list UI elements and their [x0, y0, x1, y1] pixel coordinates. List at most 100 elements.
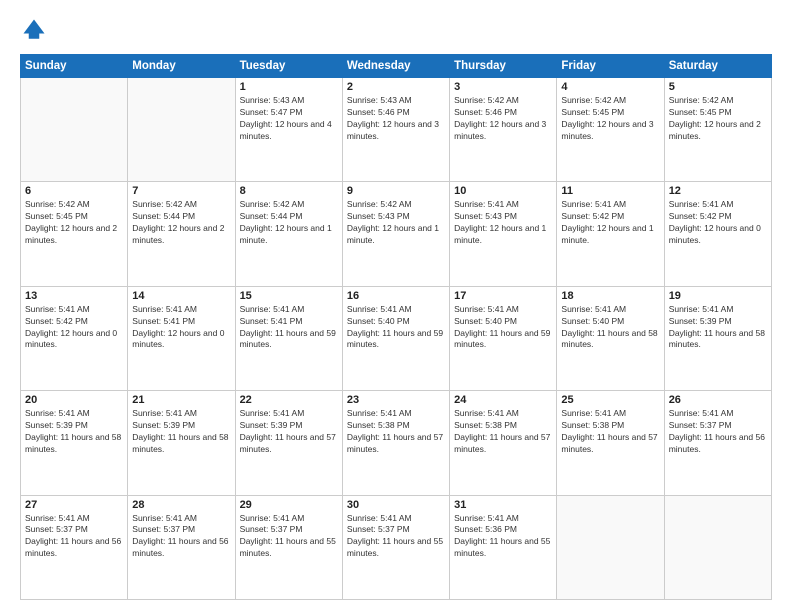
day-info: Sunrise: 5:41 AMSunset: 5:38 PMDaylight:…: [561, 408, 659, 456]
day-number: 3: [454, 81, 552, 93]
day-info: Sunrise: 5:41 AMSunset: 5:41 PMDaylight:…: [132, 304, 230, 352]
day-number: 8: [240, 185, 338, 197]
day-number: 9: [347, 185, 445, 197]
calendar-cell: 11 Sunrise: 5:41 AMSunset: 5:42 PMDayligh…: [557, 182, 664, 286]
calendar-cell: 3 Sunrise: 5:42 AMSunset: 5:46 PMDaylight…: [450, 78, 557, 182]
day-header-thursday: Thursday: [450, 55, 557, 78]
day-number: 21: [132, 394, 230, 406]
week-row-0: 1 Sunrise: 5:43 AMSunset: 5:47 PMDaylight…: [21, 78, 772, 182]
day-info: Sunrise: 5:41 AMSunset: 5:36 PMDaylight:…: [454, 513, 552, 561]
calendar-cell: 27 Sunrise: 5:41 AMSunset: 5:37 PMDayligh…: [21, 495, 128, 599]
logo-icon: [20, 16, 48, 44]
calendar-cell: 9 Sunrise: 5:42 AMSunset: 5:43 PMDaylight…: [342, 182, 449, 286]
calendar-cell: 1 Sunrise: 5:43 AMSunset: 5:47 PMDaylight…: [235, 78, 342, 182]
day-number: 19: [669, 290, 767, 302]
week-row-3: 20 Sunrise: 5:41 AMSunset: 5:39 PMDayligh…: [21, 391, 772, 495]
day-number: 15: [240, 290, 338, 302]
calendar-cell: 16Sunrise: 5:41 AMSunset: 5:40 PMDayligh…: [342, 286, 449, 390]
day-number: 11: [561, 185, 659, 197]
day-info: Sunrise: 5:43 AMSunset: 5:47 PMDaylight:…: [240, 95, 338, 143]
logo: [20, 16, 52, 44]
day-info: Sunrise: 5:41 AMSunset: 5:43 PMDaylight:…: [454, 199, 552, 247]
calendar-cell: 28Sunrise: 5:41 AMSunset: 5:37 PMDayligh…: [128, 495, 235, 599]
calendar-cell: [664, 495, 771, 599]
day-header-monday: Monday: [128, 55, 235, 78]
day-info: Sunrise: 5:41 AMSunset: 5:40 PMDaylight:…: [454, 304, 552, 352]
day-info: Sunrise: 5:42 AMSunset: 5:44 PMDaylight:…: [240, 199, 338, 247]
calendar-cell: 2 Sunrise: 5:43 AMSunset: 5:46 PMDaylight…: [342, 78, 449, 182]
calendar-cell: 29 Sunrise: 5:41 AMSunset: 5:37 PMDayligh…: [235, 495, 342, 599]
day-info: Sunrise: 5:42 AMSunset: 5:45 PMDaylight:…: [669, 95, 767, 143]
day-number: 10: [454, 185, 552, 197]
day-header-tuesday: Tuesday: [235, 55, 342, 78]
day-info: Sunrise: 5:41 AMSunset: 5:37 PMDaylight:…: [669, 408, 767, 456]
day-number: 30: [347, 499, 445, 511]
calendar-cell: 21 Sunrise: 5:41 AMSunset: 5:39 PMDayligh…: [128, 391, 235, 495]
calendar-cell: 25 Sunrise: 5:41 AMSunset: 5:38 PMDayligh…: [557, 391, 664, 495]
day-info: Sunrise: 5:41 AMSunset: 5:39 PMDaylight:…: [132, 408, 230, 456]
day-number: 18: [561, 290, 659, 302]
day-number: 27: [25, 499, 123, 511]
week-row-1: 6Sunrise: 5:42 AMSunset: 5:45 PMDaylight…: [21, 182, 772, 286]
calendar-cell: 23 Sunrise: 5:41 AMSunset: 5:38 PMDayligh…: [342, 391, 449, 495]
header: [20, 16, 772, 44]
day-info: Sunrise: 5:41 AMSunset: 5:37 PMDaylight:…: [240, 513, 338, 561]
day-header-wednesday: Wednesday: [342, 55, 449, 78]
day-info: Sunrise: 5:41 AMSunset: 5:42 PMDaylight:…: [25, 304, 123, 352]
day-info: Sunrise: 5:41 AMSunset: 5:38 PMDaylight:…: [347, 408, 445, 456]
day-number: 24: [454, 394, 552, 406]
day-info: Sunrise: 5:41 AMSunset: 5:42 PMDaylight:…: [669, 199, 767, 247]
day-number: 25: [561, 394, 659, 406]
day-number: 31: [454, 499, 552, 511]
week-row-4: 27 Sunrise: 5:41 AMSunset: 5:37 PMDayligh…: [21, 495, 772, 599]
calendar-cell: 5 Sunrise: 5:42 AMSunset: 5:45 PMDaylight…: [664, 78, 771, 182]
calendar-cell: 4Sunrise: 5:42 AMSunset: 5:45 PMDaylight…: [557, 78, 664, 182]
day-number: 20: [25, 394, 123, 406]
day-number: 12: [669, 185, 767, 197]
day-number: 1: [240, 81, 338, 93]
day-number: 22: [240, 394, 338, 406]
calendar-cell: [128, 78, 235, 182]
calendar-cell: 30 Sunrise: 5:41 AMSunset: 5:37 PMDayligh…: [342, 495, 449, 599]
day-number: 6: [25, 185, 123, 197]
calendar-cell: 14Sunrise: 5:41 AMSunset: 5:41 PMDayligh…: [128, 286, 235, 390]
calendar-cell: 18Sunrise: 5:41 AMSunset: 5:40 PMDayligh…: [557, 286, 664, 390]
day-header-sunday: Sunday: [21, 55, 128, 78]
day-info: Sunrise: 5:42 AMSunset: 5:44 PMDaylight:…: [132, 199, 230, 247]
day-header-saturday: Saturday: [664, 55, 771, 78]
day-info: Sunrise: 5:41 AMSunset: 5:42 PMDaylight:…: [561, 199, 659, 247]
calendar-cell: 31 Sunrise: 5:41 AMSunset: 5:36 PMDayligh…: [450, 495, 557, 599]
day-info: Sunrise: 5:41 AMSunset: 5:39 PMDaylight:…: [25, 408, 123, 456]
day-info: Sunrise: 5:43 AMSunset: 5:46 PMDaylight:…: [347, 95, 445, 143]
calendar-cell: 8 Sunrise: 5:42 AMSunset: 5:44 PMDaylight…: [235, 182, 342, 286]
day-header-friday: Friday: [557, 55, 664, 78]
calendar-cell: 26 Sunrise: 5:41 AMSunset: 5:37 PMDayligh…: [664, 391, 771, 495]
week-row-2: 13Sunrise: 5:41 AMSunset: 5:42 PMDayligh…: [21, 286, 772, 390]
calendar-cell: 6Sunrise: 5:42 AMSunset: 5:45 PMDaylight…: [21, 182, 128, 286]
day-info: Sunrise: 5:41 AMSunset: 5:37 PMDaylight:…: [347, 513, 445, 561]
calendar-cell: 7Sunrise: 5:42 AMSunset: 5:44 PMDaylight…: [128, 182, 235, 286]
day-number: 23: [347, 394, 445, 406]
day-info: Sunrise: 5:41 AMSunset: 5:38 PMDaylight:…: [454, 408, 552, 456]
calendar-cell: 17Sunrise: 5:41 AMSunset: 5:40 PMDayligh…: [450, 286, 557, 390]
day-info: Sunrise: 5:41 AMSunset: 5:39 PMDaylight:…: [669, 304, 767, 352]
day-number: 29: [240, 499, 338, 511]
calendar-cell: 20 Sunrise: 5:41 AMSunset: 5:39 PMDayligh…: [21, 391, 128, 495]
day-number: 2: [347, 81, 445, 93]
day-info: Sunrise: 5:42 AMSunset: 5:43 PMDaylight:…: [347, 199, 445, 247]
calendar-cell: 19 Sunrise: 5:41 AMSunset: 5:39 PMDayligh…: [664, 286, 771, 390]
day-number: 5: [669, 81, 767, 93]
calendar-cell: 10 Sunrise: 5:41 AMSunset: 5:43 PMDayligh…: [450, 182, 557, 286]
day-info: Sunrise: 5:41 AMSunset: 5:37 PMDaylight:…: [25, 513, 123, 561]
day-number: 26: [669, 394, 767, 406]
day-info: Sunrise: 5:41 AMSunset: 5:40 PMDaylight:…: [347, 304, 445, 352]
calendar-cell: 15 Sunrise: 5:41 AMSunset: 5:41 PMDayligh…: [235, 286, 342, 390]
calendar-cell: 24 Sunrise: 5:41 AMSunset: 5:38 PMDayligh…: [450, 391, 557, 495]
calendar-cell: 13Sunrise: 5:41 AMSunset: 5:42 PMDayligh…: [21, 286, 128, 390]
day-number: 28: [132, 499, 230, 511]
calendar: SundayMondayTuesdayWednesdayThursdayFrid…: [20, 54, 772, 600]
day-info: Sunrise: 5:42 AMSunset: 5:46 PMDaylight:…: [454, 95, 552, 143]
calendar-cell: [21, 78, 128, 182]
day-info: Sunrise: 5:42 AMSunset: 5:45 PMDaylight:…: [561, 95, 659, 143]
day-info: Sunrise: 5:41 AMSunset: 5:41 PMDaylight:…: [240, 304, 338, 352]
